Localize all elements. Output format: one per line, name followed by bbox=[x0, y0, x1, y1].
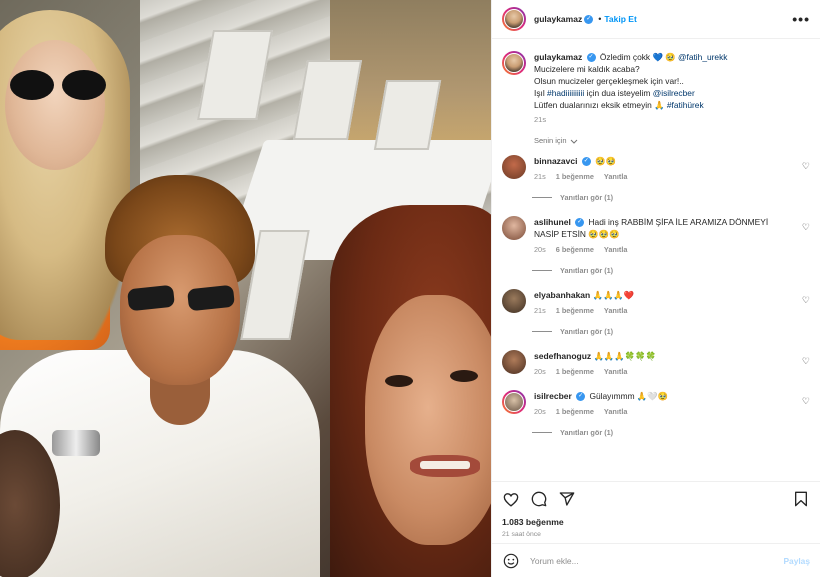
view-replies-label: Yanıtları gör (1) bbox=[560, 327, 614, 336]
comment-icon[interactable] bbox=[530, 490, 548, 508]
caption-time: 21s bbox=[534, 115, 547, 124]
verified-icon: ✓ bbox=[586, 53, 596, 63]
comment-time: 21s bbox=[534, 306, 546, 315]
comment-text: Gülayımmm 🙏🤍🥹 bbox=[589, 391, 669, 401]
comment-item: aslihunel ✓ Hadi inş RABBİM ŞİFA İLE ARA… bbox=[502, 216, 810, 254]
reply-button[interactable]: Yanıtla bbox=[604, 367, 628, 376]
comment-likes[interactable]: 6 beğenme bbox=[556, 245, 594, 254]
likes-count[interactable]: 1.083 beğenme bbox=[502, 517, 810, 527]
heart-icon[interactable]: ♡ bbox=[802, 396, 810, 407]
add-comment-bar: Paylaş bbox=[492, 543, 820, 577]
caption-line-4-start: Işıl bbox=[534, 88, 545, 98]
comment-username[interactable]: aslihunel bbox=[534, 217, 571, 227]
verified-icon: ✓ bbox=[575, 218, 585, 228]
separator-dot: • bbox=[598, 14, 602, 24]
comment-likes[interactable]: 1 beğenme bbox=[556, 172, 594, 181]
verified-icon: ✓ bbox=[581, 157, 591, 167]
comment-input[interactable] bbox=[530, 555, 774, 566]
comment-likes[interactable]: 1 beğenme bbox=[556, 367, 594, 376]
heart-icon[interactable]: ♡ bbox=[802, 295, 810, 306]
heart-icon[interactable]: ♡ bbox=[802, 356, 810, 367]
view-replies-label: Yanıtları gör (1) bbox=[560, 193, 614, 202]
comment-item: elyabanhakan 🙏🙏🙏❤️ 21s 1 beğenme Yanıtla… bbox=[502, 289, 810, 315]
caption-username[interactable]: gulaykamaz bbox=[534, 52, 582, 62]
caption-line-1: Özledim çokk bbox=[599, 52, 651, 62]
chevron-down-icon bbox=[570, 139, 577, 144]
caption-line-5: Lütfen dualarınızı eksik etmeyin bbox=[534, 100, 652, 110]
comment-avatar[interactable] bbox=[502, 390, 526, 414]
comment-username[interactable]: binnazavci bbox=[534, 156, 577, 166]
view-replies-button[interactable]: Yanıtları gör (1) bbox=[532, 327, 810, 336]
comments-scroll-area[interactable]: gulaykamaz ✓ Özledim çokk 💙 🥹 @fatih_ure… bbox=[492, 39, 820, 481]
comment-username[interactable]: sedefhanoguz bbox=[534, 351, 591, 361]
photo-person-right bbox=[330, 205, 491, 577]
bookmark-icon[interactable] bbox=[792, 490, 810, 508]
author-avatar[interactable] bbox=[502, 7, 526, 31]
post-photo[interactable] bbox=[0, 0, 491, 577]
post-actions-area: 1.083 beğenme 21 saat önce bbox=[492, 481, 820, 543]
comment-time: 21s bbox=[534, 172, 546, 181]
hashtag-link[interactable]: #fatihürek bbox=[667, 100, 704, 110]
instagram-post-modal: gulaykamaz ✓ • Takip Et ••• gulaykamaz ✓… bbox=[0, 0, 820, 577]
comment-avatar[interactable] bbox=[502, 216, 526, 240]
post-comment-button[interactable]: Paylaş bbox=[783, 556, 810, 566]
share-icon[interactable] bbox=[558, 490, 576, 508]
blue-heart-emoji: 💙 bbox=[652, 52, 663, 62]
posted-time: 21 saat önce bbox=[502, 531, 541, 538]
heart-icon[interactable] bbox=[502, 490, 520, 508]
post-header: gulaykamaz ✓ • Takip Et ••• bbox=[492, 0, 820, 39]
caption: gulaykamaz ✓ Özledim çokk 💙 🥹 @fatih_ure… bbox=[502, 51, 810, 124]
comment-time: 20s bbox=[534, 367, 546, 376]
comment-avatar[interactable] bbox=[502, 155, 526, 179]
reply-button[interactable]: Yanıtla bbox=[604, 306, 628, 315]
reply-button[interactable]: Yanıtla bbox=[604, 245, 628, 254]
hashtag-link[interactable]: #hadiiiiiiiiii bbox=[547, 88, 584, 98]
heart-icon[interactable]: ♡ bbox=[802, 222, 810, 233]
caption-line-3: Olsun mucizeler gerçekleşmek için var!.. bbox=[534, 76, 684, 86]
comment-text: 🙏🙏🙏❤️ bbox=[592, 290, 635, 300]
for-you-filter[interactable]: Senin için bbox=[534, 136, 810, 145]
post-side-panel: gulaykamaz ✓ • Takip Et ••• gulaykamaz ✓… bbox=[491, 0, 820, 577]
comment-time: 20s bbox=[534, 245, 546, 254]
comment-time: 20s bbox=[534, 407, 546, 416]
view-replies-button[interactable]: Yanıtları gör (1) bbox=[532, 428, 810, 437]
comment-username[interactable]: elyabanhakan bbox=[534, 290, 590, 300]
comment-username[interactable]: isilrecber bbox=[534, 391, 572, 401]
comment-item: isilrecber ✓ Gülayımmm 🙏🤍🥹 20s 1 beğenme… bbox=[502, 390, 810, 416]
comment-avatar[interactable] bbox=[502, 350, 526, 374]
more-icon[interactable]: ••• bbox=[792, 11, 810, 27]
comment-likes[interactable]: 1 beğenme bbox=[556, 306, 594, 315]
reply-button[interactable]: Yanıtla bbox=[604, 172, 628, 181]
author-username[interactable]: gulaykamaz bbox=[534, 14, 582, 24]
comment-text: 🙏🙏🙏🍀🍀🍀 bbox=[593, 351, 657, 361]
caption-line-4-middle: için dua isteyelim bbox=[586, 88, 651, 98]
mention-link[interactable]: @isilrecber bbox=[653, 88, 695, 98]
comment-avatar[interactable] bbox=[502, 289, 526, 313]
verified-icon: ✓ bbox=[576, 392, 586, 402]
verified-icon: ✓ bbox=[584, 14, 594, 24]
comment-likes[interactable]: 1 beğenme bbox=[556, 407, 594, 416]
mention-link[interactable]: @fatih_urekk bbox=[678, 52, 727, 62]
for-you-label: Senin için bbox=[534, 136, 567, 145]
comment-item: sedefhanoguz 🙏🙏🙏🍀🍀🍀 20s 1 beğenme Yanıtl… bbox=[502, 350, 810, 376]
pray-emoji: 🙏 bbox=[654, 100, 665, 110]
view-replies-label: Yanıtları gör (1) bbox=[560, 428, 614, 437]
follow-button[interactable]: Takip Et bbox=[604, 14, 636, 24]
action-bar bbox=[502, 490, 810, 508]
view-replies-button[interactable]: Yanıtları gör (1) bbox=[532, 193, 810, 202]
view-replies-button[interactable]: Yanıtları gör (1) bbox=[532, 266, 810, 275]
teary-face-emoji: 🥹 bbox=[665, 52, 676, 62]
comment-item: binnazavci ✓ 🥹🥹 21s 1 beğenme Yanıtla ♡ bbox=[502, 155, 810, 181]
view-replies-label: Yanıtları gör (1) bbox=[560, 266, 614, 275]
caption-text: gulaykamaz ✓ Özledim çokk 💙 🥹 @fatih_ure… bbox=[534, 51, 727, 111]
emoji-icon[interactable] bbox=[502, 552, 520, 570]
reply-button[interactable]: Yanıtla bbox=[604, 407, 628, 416]
comment-text: 🥹🥹 bbox=[595, 156, 616, 166]
caption-avatar[interactable] bbox=[502, 51, 526, 75]
heart-icon[interactable]: ♡ bbox=[802, 161, 810, 172]
caption-line-2: Mucizelere mi kaldık acaba? bbox=[534, 64, 640, 74]
